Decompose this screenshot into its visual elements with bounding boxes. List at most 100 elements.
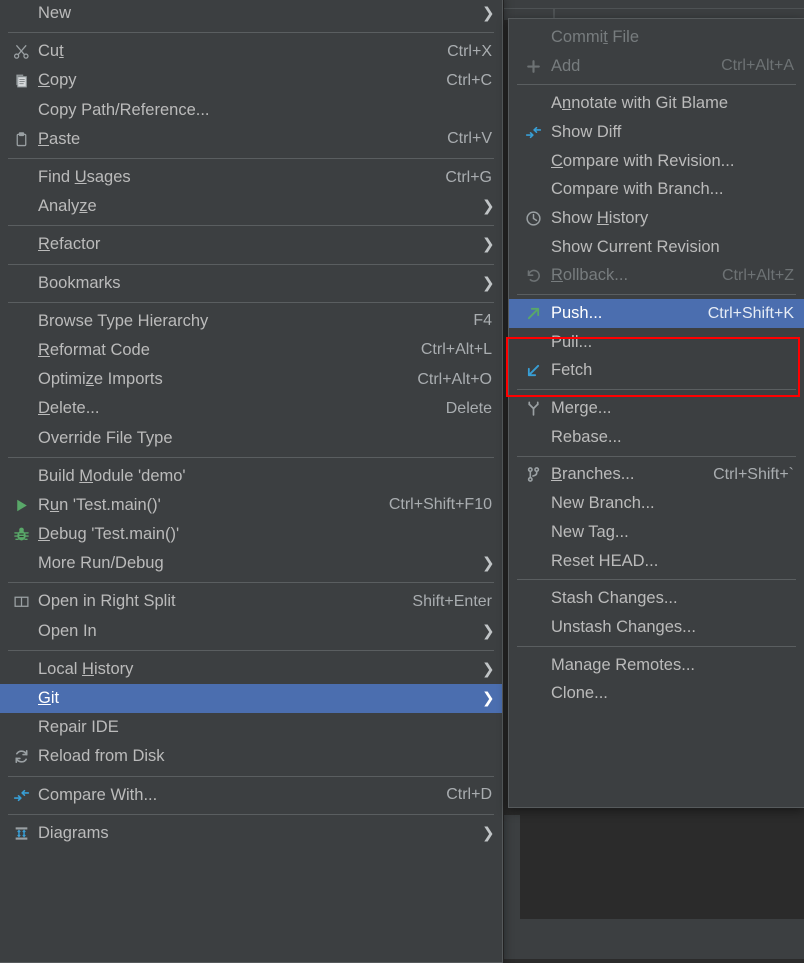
menu-item-label: Build Module 'demo': [38, 466, 186, 485]
menu-separator: [8, 813, 494, 815]
editor-background: [520, 815, 804, 919]
menu-item-diagrams[interactable]: Diagrams ❯: [0, 819, 502, 848]
menu-item-run-test-main[interactable]: Run 'Test.main()' Ctrl+Shift+F10: [0, 491, 502, 520]
menu-item-debug-test-main[interactable]: Debug 'Test.main()': [0, 520, 502, 549]
menu-item-new[interactable]: New ❯: [0, 0, 502, 28]
menu-item-compare-with-branch[interactable]: Compare with Branch...: [509, 175, 804, 204]
menu-item-reload-from-disk[interactable]: Reload from Disk: [0, 742, 502, 771]
menu-item-rebase[interactable]: Rebase...: [509, 423, 804, 452]
menu-item-unstash-changes[interactable]: Unstash Changes...: [509, 613, 804, 642]
menu-item-label: New Tag...: [551, 522, 629, 541]
menu-item-annotate-with-git-blame[interactable]: Annotate with Git Blame: [509, 89, 804, 118]
menu-item-label: Find Usages: [38, 168, 131, 187]
menu-item-label: Delete...: [38, 399, 100, 418]
menu-item-shortcut: Ctrl+V: [447, 130, 492, 148]
menu-item-label: Stash Changes...: [551, 589, 678, 608]
menu-item-bookmarks[interactable]: Bookmarks ❯: [0, 269, 502, 298]
menu-item-merge[interactable]: Merge...: [509, 394, 804, 423]
menu-item-show-history[interactable]: Show History: [509, 204, 804, 233]
merge-icon: [517, 400, 549, 417]
menu-item-label: More Run/Debug: [38, 554, 164, 573]
menu-item-shortcut: Ctrl+Shift+K: [707, 304, 794, 322]
menu-item-clone[interactable]: Clone...: [509, 679, 804, 708]
menu-separator: [517, 84, 796, 86]
chevron-right-icon: ❯: [482, 555, 495, 573]
menu-item-optimize-imports[interactable]: Optimize Imports Ctrl+Alt+O: [0, 365, 502, 394]
menu-item-label: Run 'Test.main()': [38, 495, 161, 514]
menu-item-label: Refactor: [38, 235, 101, 254]
menu-item-shortcut: Ctrl+Shift+F10: [388, 496, 492, 514]
menu-item-delete[interactable]: Delete... Delete: [0, 394, 502, 423]
menu-item-label: New Branch...: [551, 494, 655, 513]
menu-item-shortcut: Ctrl+Alt+A: [721, 57, 794, 75]
menu-item-compare-with-revision[interactable]: Compare with Revision...: [509, 147, 804, 176]
menu-item-push[interactable]: Push... Ctrl+Shift+K: [509, 299, 804, 328]
menu-separator: [8, 775, 494, 777]
screen: New ❯ Cut Ctrl+X Copy Ctrl+C Copy Path/Referen…: [0, 0, 804, 963]
editor-context-menu[interactable]: New ❯ Cut Ctrl+X Copy Ctrl+C Copy Path/Referen…: [0, 0, 503, 963]
menu-separator: [517, 455, 796, 457]
menu-item-browse-type-hierarchy[interactable]: Browse Type Hierarchy F4: [0, 307, 502, 336]
menu-item-branches[interactable]: Branches... Ctrl+Shift+`: [509, 461, 804, 490]
menu-item-analyze[interactable]: Analyze ❯: [0, 192, 502, 221]
chevron-right-icon: ❯: [482, 622, 495, 640]
menu-item-reset-head[interactable]: Reset HEAD...: [509, 547, 804, 576]
menu-item-open-in[interactable]: Open In ❯: [0, 617, 502, 646]
menu-item-paste[interactable]: Paste Ctrl+V: [0, 125, 502, 154]
copy-icon: [6, 72, 36, 89]
menu-separator: [8, 456, 494, 458]
menu-item-new-tag[interactable]: New Tag...: [509, 518, 804, 547]
menu-item-label: Branches...: [551, 465, 635, 484]
chevron-right-icon: ❯: [482, 5, 495, 23]
menu-item-git[interactable]: Git ❯: [0, 683, 502, 714]
menu-item-copy-path-reference[interactable]: Copy Path/Reference...: [0, 96, 502, 125]
menu-item-build-module-demo[interactable]: Build Module 'demo': [0, 462, 502, 491]
menu-separator: [8, 32, 494, 34]
menu-item-show-diff[interactable]: Show Diff: [509, 118, 804, 147]
menu-item-override-file-type[interactable]: Override File Type: [0, 423, 502, 452]
menu-item-label: Override File Type: [38, 428, 173, 447]
diff-icon: [517, 124, 549, 141]
menu-item-local-history[interactable]: Local History ❯: [0, 655, 502, 684]
menu-item-label: Show Current Revision: [551, 237, 720, 256]
menu-item-refactor[interactable]: Refactor ❯: [0, 230, 502, 259]
menu-item-repair-ide[interactable]: Repair IDE: [0, 713, 502, 742]
menu-item-open-in-right-split[interactable]: Open in Right Split Shift+Enter: [0, 587, 502, 616]
rollback-icon: [517, 267, 549, 284]
menu-item-label: Manage Remotes...: [551, 655, 695, 674]
menu-item-label: Clone...: [551, 684, 608, 703]
menu-item-more-run-debug[interactable]: More Run/Debug ❯: [0, 549, 502, 578]
tool-window-background: [504, 919, 804, 959]
menu-separator: [8, 157, 494, 159]
menu-item-label: Optimize Imports: [38, 370, 163, 389]
menu-item-manage-remotes[interactable]: Manage Remotes...: [509, 651, 804, 680]
fetch-icon: [517, 362, 549, 379]
menu-item-pull[interactable]: Pull...: [509, 328, 804, 357]
menu-item-shortcut: Ctrl+Shift+`: [713, 465, 794, 483]
menu-separator: [517, 645, 796, 647]
menu-separator: [8, 582, 494, 584]
menu-item-label: Diagrams: [38, 823, 109, 842]
menu-item-stash-changes[interactable]: Stash Changes...: [509, 584, 804, 613]
menu-item-label: Cut: [38, 42, 64, 61]
menu-item-compare-with[interactable]: Compare With... Ctrl+D: [0, 781, 502, 810]
menu-item-show-current-revision[interactable]: Show Current Revision: [509, 233, 804, 262]
menu-item-label: Commit File: [551, 27, 640, 46]
menu-item-label: Rebase...: [551, 427, 622, 446]
menu-separator: [517, 579, 796, 581]
menu-item-find-usages[interactable]: Find Usages Ctrl+G: [0, 163, 502, 192]
clipboard-icon: [6, 131, 36, 148]
menu-item-label: Browse Type Hierarchy: [38, 311, 209, 330]
git-submenu[interactable]: Commit File Add Ctrl+Alt+A Annotate with Gi…: [508, 18, 804, 808]
menu-item-reformat-code[interactable]: Reformat Code Ctrl+Alt+L: [0, 336, 502, 365]
menu-item-new-branch[interactable]: New Branch...: [509, 489, 804, 518]
menu-item-label: Show History: [551, 208, 649, 227]
menu-item-label: Push...: [551, 304, 603, 323]
menu-item-cut[interactable]: Cut Ctrl+X: [0, 37, 502, 66]
chevron-right-icon: ❯: [482, 690, 495, 708]
menu-item-copy[interactable]: Copy Ctrl+C: [0, 66, 502, 95]
menu-item-fetch[interactable]: Fetch: [509, 357, 804, 386]
menu-item-shortcut: Ctrl+C: [446, 71, 492, 89]
menu-item-label: Reload from Disk: [38, 747, 165, 766]
scissors-icon: [6, 43, 36, 60]
